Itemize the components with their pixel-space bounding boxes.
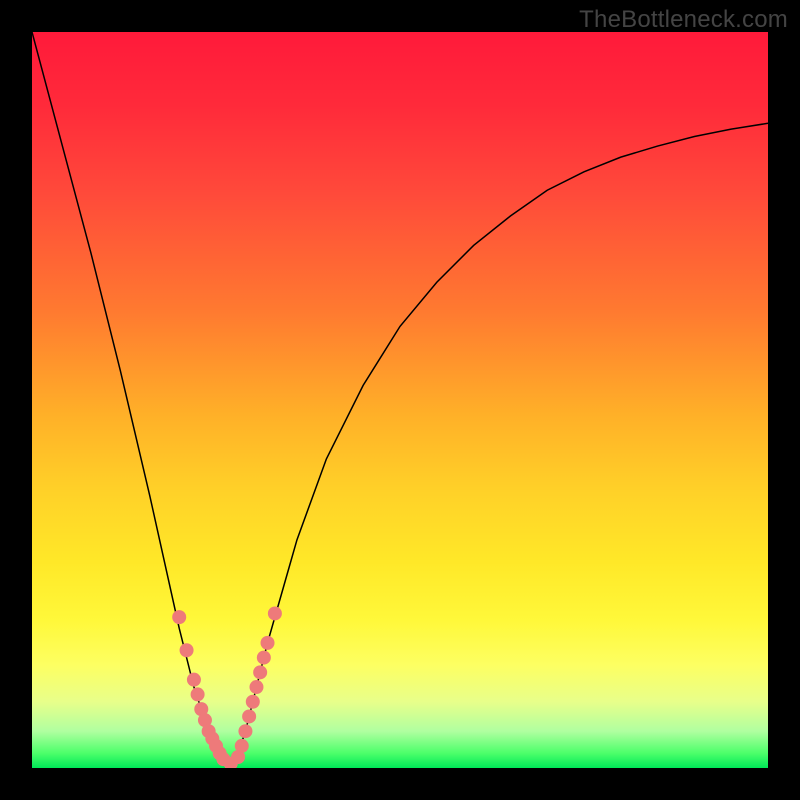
chart-frame: TheBottleneck.com: [0, 0, 800, 800]
dot: [242, 709, 256, 723]
dot: [191, 687, 205, 701]
dot: [238, 724, 252, 738]
dot: [253, 665, 267, 679]
curve-right-branch: [231, 123, 768, 764]
dot: [235, 739, 249, 753]
dot: [172, 610, 186, 624]
dot: [257, 651, 271, 665]
dot: [246, 695, 260, 709]
highlighted-dots: [172, 606, 282, 768]
watermark-text: TheBottleneck.com: [579, 6, 788, 34]
dot: [249, 680, 263, 694]
dot: [268, 606, 282, 620]
curve-layer: [32, 32, 768, 768]
dot: [187, 673, 201, 687]
plot-area: [32, 32, 768, 768]
dot: [261, 636, 275, 650]
curve-left-branch: [32, 32, 231, 764]
dot: [180, 643, 194, 657]
